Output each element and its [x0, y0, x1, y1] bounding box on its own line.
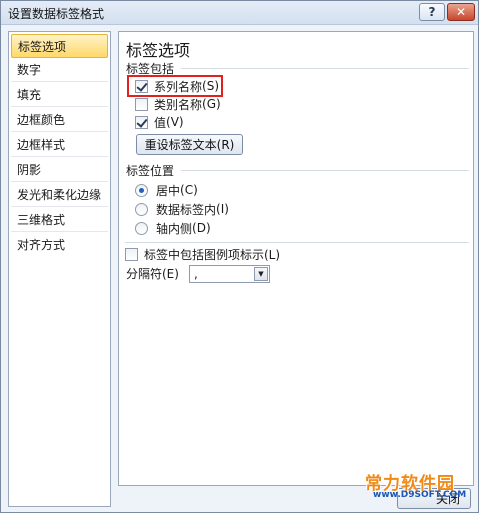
reset-label-text-button[interactable]: 重设标签文本(R)	[136, 134, 243, 155]
checkbox-icon	[135, 97, 148, 111]
radio-icon	[135, 183, 148, 197]
checkbox-icon	[135, 115, 148, 129]
separator-select[interactable]: , ▼	[189, 265, 270, 283]
checkbox-icon	[125, 247, 138, 261]
position-inside-base-radio[interactable]: 轴内侧 (D)	[135, 220, 211, 236]
format-data-labels-dialog: 设置数据标签格式 ? ✕ 标签选项 数字 填充 边框颜色 边框样式 阴影 发光和…	[0, 0, 479, 513]
sidebar-item-label-options[interactable]: 标签选项	[11, 34, 108, 58]
title-bar: 设置数据标签格式 ? ✕	[1, 1, 478, 25]
watermark-logo: 常力软件园 www.D9SOFT.COM	[363, 469, 473, 509]
separator-row: 分隔符(E)	[126, 265, 179, 281]
help-button[interactable]: ?	[419, 3, 445, 21]
sidebar-item-shadow[interactable]: 阴影	[11, 158, 108, 182]
divider	[125, 242, 469, 243]
value-checkbox[interactable]: 值 (V)	[135, 114, 184, 130]
close-window-button[interactable]: ✕	[447, 3, 475, 21]
close-icon: ✕	[455, 5, 467, 19]
sidebar-item-border-style[interactable]: 边框样式	[11, 133, 108, 157]
sidebar-item-number[interactable]: 数字	[11, 58, 108, 82]
separator-label: 分隔符(E)	[126, 266, 179, 281]
panel-title: 标签选项	[126, 41, 191, 60]
dialog-title: 设置数据标签格式	[8, 7, 105, 21]
separator-value: ,	[194, 267, 198, 281]
category-name-checkbox[interactable]: 类别名称 (G)	[135, 96, 221, 112]
include-legend-key-checkbox[interactable]: 标签中包括图例项标示(L)	[125, 246, 280, 262]
position-inside-end-radio[interactable]: 数据标签内 (I)	[135, 201, 229, 217]
radio-icon	[135, 202, 148, 216]
options-panel: 标签选项 标签包括 系列名称 (S) 类别名称 (G) 值 (V) 重设标签文本…	[118, 31, 474, 486]
label-position-heading: 标签位置	[126, 164, 175, 178]
sidebar-item-alignment[interactable]: 对齐方式	[11, 233, 108, 257]
position-center-radio[interactable]: 居中 (C)	[135, 182, 198, 198]
radio-icon	[135, 221, 148, 235]
sidebar-item-fill[interactable]: 填充	[11, 83, 108, 107]
highlight-annotation	[127, 75, 223, 97]
divider	[181, 68, 469, 69]
sidebar-item-3d-format[interactable]: 三维格式	[11, 208, 108, 232]
sidebar-item-border-color[interactable]: 边框颜色	[11, 108, 108, 132]
sidebar-item-glow-soft-edges[interactable]: 发光和柔化边缘	[11, 183, 108, 207]
chevron-down-icon[interactable]: ▼	[254, 267, 268, 281]
category-sidebar: 标签选项 数字 填充 边框颜色 边框样式 阴影 发光和柔化边缘 三维格式 对齐方…	[8, 31, 111, 507]
divider	[181, 170, 469, 171]
help-icon: ?	[428, 5, 436, 19]
watermark-url: www.D9SOFT.COM	[373, 490, 467, 500]
